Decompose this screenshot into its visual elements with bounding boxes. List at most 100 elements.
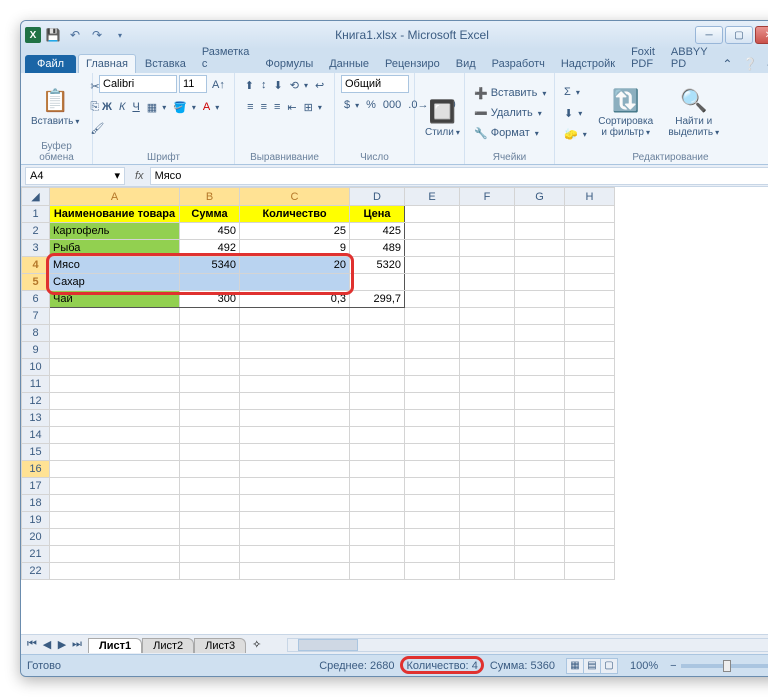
- cell-D13[interactable]: [350, 410, 405, 427]
- qat-save[interactable]: 💾: [43, 25, 63, 45]
- cell-H18[interactable]: [565, 495, 615, 512]
- cell-E11[interactable]: [405, 376, 460, 393]
- col-header-F[interactable]: F: [460, 188, 515, 206]
- cell-B22[interactable]: [180, 563, 240, 580]
- align-right-button[interactable]: ≡: [271, 97, 283, 117]
- cell-F4[interactable]: [460, 257, 515, 274]
- cell-B15[interactable]: [180, 444, 240, 461]
- cell-F5[interactable]: [460, 274, 515, 291]
- cell-H5[interactable]: [565, 274, 615, 291]
- cell-E3[interactable]: [405, 240, 460, 257]
- cell-B19[interactable]: [180, 512, 240, 529]
- cell-C2[interactable]: 25: [240, 223, 350, 240]
- ribbon-minimize-icon[interactable]: ⌃: [718, 55, 736, 73]
- border-button[interactable]: ▦: [144, 97, 169, 117]
- view-pagelayout-button[interactable]: ▤: [583, 658, 601, 674]
- tab-developer[interactable]: Разработч: [485, 55, 552, 73]
- cell-H21[interactable]: [565, 546, 615, 563]
- sort-filter-button[interactable]: 🔃 Сортировка и фильтр: [592, 84, 660, 142]
- row-header-14[interactable]: 14: [22, 427, 50, 444]
- cell-C5[interactable]: [240, 274, 350, 291]
- cell-F9[interactable]: [460, 342, 515, 359]
- cell-B17[interactable]: [180, 478, 240, 495]
- row-header-6[interactable]: 6: [22, 291, 50, 308]
- col-header-G[interactable]: G: [515, 188, 565, 206]
- cell-H13[interactable]: [565, 410, 615, 427]
- cell-H4[interactable]: [565, 257, 615, 274]
- cell-E6[interactable]: [405, 291, 460, 308]
- cell-A8[interactable]: [50, 325, 180, 342]
- help-icon[interactable]: ❔: [738, 55, 761, 73]
- cell-G2[interactable]: [515, 223, 565, 240]
- cell-B6[interactable]: 300: [180, 291, 240, 308]
- align-bottom-button[interactable]: ⬇: [271, 75, 286, 95]
- cell-E19[interactable]: [405, 512, 460, 529]
- zoom-out-icon[interactable]: −: [670, 660, 676, 672]
- cell-C15[interactable]: [240, 444, 350, 461]
- cell-E15[interactable]: [405, 444, 460, 461]
- cell-B7[interactable]: [180, 308, 240, 325]
- cell-C3[interactable]: 9: [240, 240, 350, 257]
- cell-D20[interactable]: [350, 529, 405, 546]
- cell-C10[interactable]: [240, 359, 350, 376]
- cell-B10[interactable]: [180, 359, 240, 376]
- cell-E2[interactable]: [405, 223, 460, 240]
- cell-A7[interactable]: [50, 308, 180, 325]
- col-header-E[interactable]: E: [405, 188, 460, 206]
- cell-F14[interactable]: [460, 427, 515, 444]
- name-box[interactable]: A4 ▾: [25, 167, 125, 185]
- cell-C21[interactable]: [240, 546, 350, 563]
- cell-G15[interactable]: [515, 444, 565, 461]
- view-normal-button[interactable]: ▦: [566, 658, 584, 674]
- cell-E9[interactable]: [405, 342, 460, 359]
- cell-C1[interactable]: Количество: [240, 206, 350, 223]
- col-header-C[interactable]: C: [240, 188, 350, 206]
- cell-H22[interactable]: [565, 563, 615, 580]
- number-format-select[interactable]: [341, 75, 409, 93]
- cell-H17[interactable]: [565, 478, 615, 495]
- cell-B1[interactable]: Сумма: [180, 206, 240, 223]
- row-header-21[interactable]: 21: [22, 546, 50, 563]
- cell-H10[interactable]: [565, 359, 615, 376]
- cell-B4[interactable]: 5340: [180, 257, 240, 274]
- orientation-button[interactable]: ⟲: [287, 75, 311, 95]
- cell-E20[interactable]: [405, 529, 460, 546]
- row-header-11[interactable]: 11: [22, 376, 50, 393]
- cell-F10[interactable]: [460, 359, 515, 376]
- zoom-level[interactable]: 100%: [630, 660, 658, 672]
- cell-C20[interactable]: [240, 529, 350, 546]
- cell-D4[interactable]: 5320: [350, 257, 405, 274]
- cell-F8[interactable]: [460, 325, 515, 342]
- cell-B9[interactable]: [180, 342, 240, 359]
- cell-A1[interactable]: Наименование товара: [50, 206, 180, 223]
- tab-pagelayout[interactable]: Разметка с: [195, 43, 257, 73]
- cell-F13[interactable]: [460, 410, 515, 427]
- horizontal-scrollbar[interactable]: [287, 638, 768, 652]
- cell-F22[interactable]: [460, 563, 515, 580]
- tab-file[interactable]: Файл: [25, 55, 76, 73]
- cell-D11[interactable]: [350, 376, 405, 393]
- format-cells-button[interactable]: 🔧 Формат: [471, 123, 549, 143]
- cell-E21[interactable]: [405, 546, 460, 563]
- tab-review[interactable]: Рецензиро: [378, 55, 447, 73]
- row-header-4[interactable]: 4: [22, 257, 50, 274]
- cell-F3[interactable]: [460, 240, 515, 257]
- grow-font-button[interactable]: A↑: [209, 75, 228, 95]
- fill-button[interactable]: ⬇: [561, 103, 590, 123]
- cell-C12[interactable]: [240, 393, 350, 410]
- row-header-3[interactable]: 3: [22, 240, 50, 257]
- row-header-13[interactable]: 13: [22, 410, 50, 427]
- cell-G10[interactable]: [515, 359, 565, 376]
- qat-customize[interactable]: [109, 25, 129, 45]
- styles-button[interactable]: 🔲 Стили: [421, 95, 464, 142]
- align-center-button[interactable]: ≡: [258, 97, 270, 117]
- cell-D21[interactable]: [350, 546, 405, 563]
- cell-C11[interactable]: [240, 376, 350, 393]
- cell-D15[interactable]: [350, 444, 405, 461]
- view-pagebreak-button[interactable]: ▢: [600, 658, 618, 674]
- cell-F17[interactable]: [460, 478, 515, 495]
- cell-H19[interactable]: [565, 512, 615, 529]
- insert-cells-button[interactable]: ➕ Вставить: [471, 83, 549, 103]
- col-header-A[interactable]: A: [50, 188, 180, 206]
- cell-B13[interactable]: [180, 410, 240, 427]
